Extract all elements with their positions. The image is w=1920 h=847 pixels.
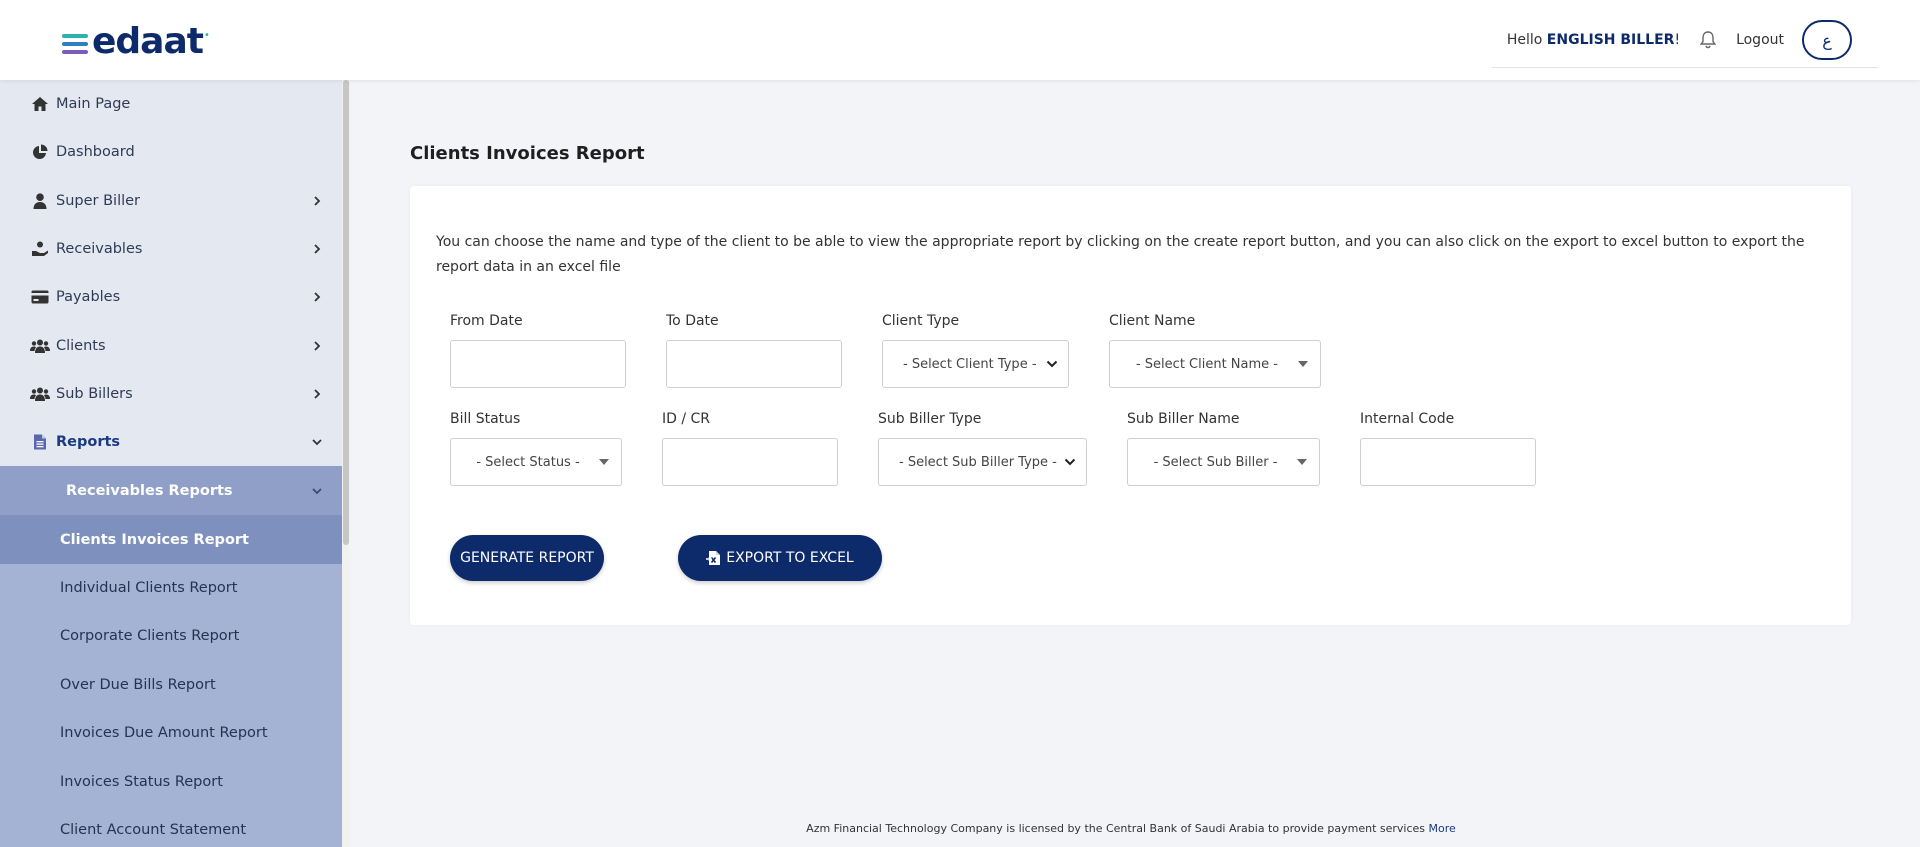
id-cr-input[interactable] <box>662 438 838 486</box>
sidebar-item-label: Dashboard <box>56 144 135 161</box>
sidebar-item-super-biller[interactable]: Super Biller <box>0 177 342 225</box>
sub-biller-name-label: Sub Biller Name <box>1127 411 1240 427</box>
user-icon <box>30 192 50 210</box>
sub-biller-name-select[interactable]: - Select Sub Biller - <box>1127 438 1320 486</box>
pie-chart-icon <box>30 143 50 161</box>
sidebar-sub-list: Clients Invoices Report Individual Clien… <box>0 515 342 847</box>
users-icon <box>30 337 50 355</box>
client-type-select[interactable]: - Select Client Type - <box>882 340 1069 388</box>
sidebar-item-receivables[interactable]: Receivables <box>0 225 342 273</box>
chevron-right-icon <box>314 292 321 302</box>
export-to-excel-label: EXPORT TO EXCEL <box>726 550 854 566</box>
client-name-label: Client Name <box>1109 313 1196 329</box>
sidebar-group-receivables-reports[interactable]: Receivables Reports <box>0 466 342 516</box>
caret-down-icon <box>1298 361 1308 367</box>
sub-biller-type-select[interactable]: - Select Sub Biller Type - <box>878 438 1087 486</box>
from-date-input[interactable] <box>450 340 626 388</box>
users-icon <box>30 385 50 403</box>
caret-down-icon <box>1297 459 1307 465</box>
generate-report-button[interactable]: GENERATE REPORT <box>450 535 604 581</box>
footer: Azm Financial Technology Company is lice… <box>342 822 1920 835</box>
client-name-select[interactable]: - Select Client Name - <box>1109 340 1321 388</box>
sidebar-subitem-corporate-clients-report[interactable]: Corporate Clients Report <box>0 612 342 660</box>
header-divider <box>1492 67 1878 68</box>
logo-text: edaat <box>92 21 204 62</box>
sidebar-item-main-page[interactable]: Main Page <box>0 80 342 128</box>
client-type-value: - Select Client Type - <box>903 356 1037 372</box>
sidebar-item-label: Super Biller <box>56 192 141 209</box>
edaat-logo[interactable]: edaat • <box>62 24 210 60</box>
logo-mark <box>62 34 88 54</box>
footer-text: Azm Financial Technology Company is lice… <box>806 822 1426 835</box>
chevron-down-icon <box>1064 458 1076 466</box>
sub-biller-type-label: Sub Biller Type <box>878 411 982 427</box>
sidebar-scrollbar-thumb[interactable] <box>343 80 349 545</box>
footer-more-link[interactable]: More <box>1429 822 1456 835</box>
sidebar-item-sub-billers[interactable]: Sub Billers <box>0 370 342 418</box>
chevron-down-icon <box>1046 360 1058 368</box>
export-to-excel-button[interactable]: EXPORT TO EXCEL <box>678 535 882 581</box>
greeting: Hello ENGLISH BILLER! <box>1506 32 1681 48</box>
id-cr-label: ID / CR <box>662 411 711 427</box>
chevron-down-icon <box>312 488 322 495</box>
credit-card-icon <box>30 288 50 306</box>
user-name: ENGLISH BILLER <box>1546 32 1675 48</box>
client-type-label: Client Type <box>882 313 960 329</box>
chevron-right-icon <box>314 244 321 254</box>
sidebar: Main Page Dashboard Super Biller Receiva… <box>0 80 342 847</box>
chevron-right-icon <box>314 389 321 399</box>
sidebar-item-label: Payables <box>56 289 121 306</box>
sidebar-item-label: Clients <box>56 337 106 354</box>
bell-icon[interactable] <box>1698 30 1718 50</box>
sidebar-subitem-clients-invoices-report[interactable]: Clients Invoices Report <box>0 515 342 564</box>
bill-status-label: Bill Status <box>450 411 521 427</box>
sidebar-subitem-invoices-due-amount-report[interactable]: Invoices Due Amount Report <box>0 709 342 757</box>
chevron-right-icon <box>314 196 321 206</box>
sidebar-item-label: Main Page <box>56 96 131 113</box>
sidebar-item-label: Receivables <box>56 241 143 258</box>
to-date-input[interactable] <box>666 340 842 388</box>
sidebar-subitem-invoices-status-report[interactable]: Invoices Status Report <box>0 757 342 805</box>
top-header: edaat • Hello ENGLISH BILLER! Logout ع <box>0 0 1920 80</box>
sub-biller-name-value: - Select Sub Biller - <box>1153 454 1278 470</box>
chevron-down-icon <box>312 439 322 446</box>
caret-down-icon <box>599 459 609 465</box>
sidebar-item-label: Sub Billers <box>56 385 133 402</box>
logout-link[interactable]: Logout <box>1736 32 1784 48</box>
bill-status-select[interactable]: - Select Status - <box>450 438 622 486</box>
internal-code-input[interactable] <box>1360 438 1536 486</box>
home-icon <box>30 95 50 113</box>
from-date-label: From Date <box>450 313 523 329</box>
language-toggle-button[interactable]: ع <box>1802 20 1852 60</box>
sub-biller-type-value: - Select Sub Biller Type - <box>899 454 1057 470</box>
file-icon <box>30 433 50 451</box>
page-title: Clients Invoices Report <box>410 143 645 164</box>
client-name-value: - Select Client Name - <box>1135 356 1278 372</box>
sidebar-subitem-client-account-statement[interactable]: Client Account Statement <box>0 806 342 847</box>
sidebar-item-payables[interactable]: Payables <box>0 273 342 321</box>
report-description: You can choose the name and type of the … <box>436 234 1805 275</box>
sidebar-item-label: Reports <box>56 434 121 451</box>
hand-coin-icon <box>30 240 50 258</box>
excel-export-icon <box>706 551 721 565</box>
bill-status-value: - Select Status - <box>476 454 580 470</box>
header-user-area: Hello ENGLISH BILLER! Logout ع <box>1507 19 1852 61</box>
internal-code-label: Internal Code <box>1360 411 1455 427</box>
generate-report-label: GENERATE REPORT <box>460 550 594 566</box>
sidebar-item-clients[interactable]: Clients <box>0 321 342 369</box>
sidebar-item-reports[interactable]: Reports <box>0 418 342 466</box>
to-date-label: To Date <box>666 313 719 329</box>
sidebar-item-dashboard[interactable]: Dashboard <box>0 128 342 176</box>
sidebar-subitem-individual-clients-report[interactable]: Individual Clients Report <box>0 564 342 612</box>
sidebar-subitem-over-due-bills-report[interactable]: Over Due Bills Report <box>0 661 342 709</box>
sidebar-group-label: Receivables Reports <box>66 482 233 499</box>
chevron-right-icon <box>314 340 321 351</box>
report-filter-card: You can choose the name and type of the … <box>410 186 1851 625</box>
